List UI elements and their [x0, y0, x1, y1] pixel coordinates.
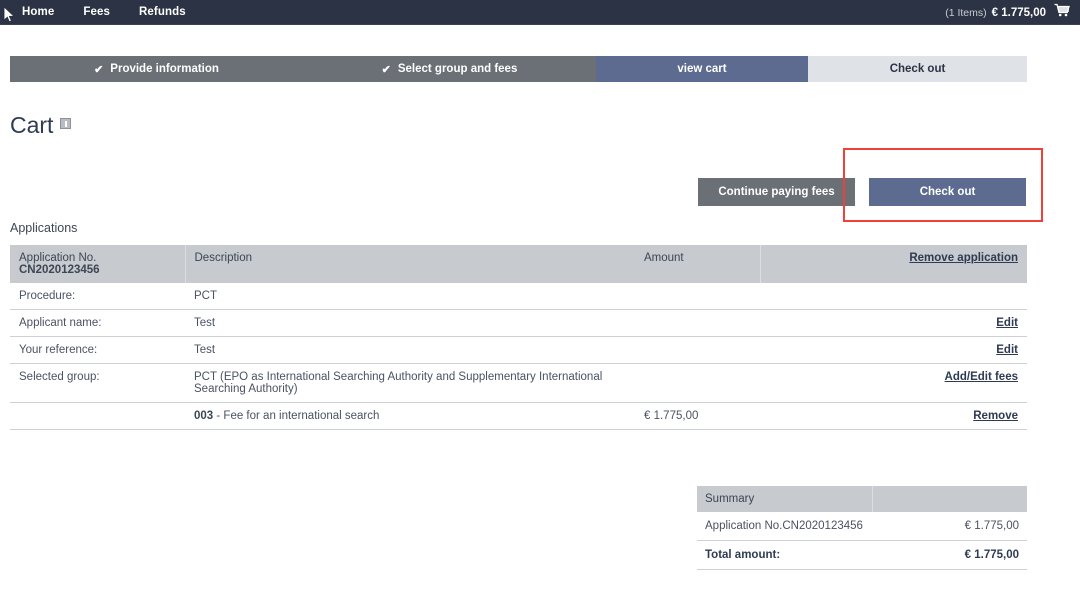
- table-header-row: Application No. CN2020123456 Description…: [10, 245, 1027, 283]
- table-row: 003 - Fee for an international search € …: [10, 403, 1027, 430]
- summary-line-row: Application No.CN2020123456 € 1.775,00: [697, 512, 1027, 541]
- summary-table: Summary Application No.CN2020123456 € 1.…: [697, 486, 1027, 570]
- edit-applicant-name-link[interactable]: Edit: [996, 317, 1018, 329]
- fee-description: - Fee for an international search: [216, 410, 380, 422]
- table-row: Your reference: Test Edit: [10, 337, 1027, 364]
- summary-line-value: € 1.775,00: [872, 512, 1027, 541]
- header-application-no-label: Application No.: [19, 252, 97, 264]
- check-icon: ✔: [94, 63, 104, 76]
- row-value-procedure: PCT: [194, 290, 217, 302]
- row-spacer-procedure: [760, 283, 882, 310]
- header-spacer: [760, 245, 882, 283]
- cart-total-amount: € 1.775,00: [991, 6, 1046, 19]
- fee-row-label: [10, 403, 185, 430]
- row-spacer-your-reference: [760, 337, 882, 364]
- top-navigation-bar: Home Fees Refunds (1 Items) € 1.775,00: [0, 0, 1080, 25]
- row-value-applicant-name: Test: [194, 317, 216, 329]
- table-row: Selected group: PCT (EPO as Internationa…: [10, 364, 1027, 403]
- nav-item-refunds[interactable]: Refunds: [139, 0, 186, 25]
- continue-paying-fees-button[interactable]: Continue paying fees: [698, 178, 855, 206]
- fee-row-description: 003 - Fee for an international search: [185, 403, 635, 430]
- summary-title: Summary: [697, 486, 873, 512]
- fee-row-spacer: [760, 403, 882, 430]
- cart-summary[interactable]: (1 Items) € 1.775,00: [945, 0, 1070, 25]
- page-title: Cart: [10, 112, 72, 139]
- add-edit-fees-link[interactable]: Add/Edit fees: [945, 371, 1018, 383]
- remove-fee-link[interactable]: Remove: [973, 410, 1018, 422]
- row-action-your-reference: Edit: [882, 337, 1027, 364]
- fee-row-amount: € 1.775,00: [644, 410, 699, 422]
- step-label: Provide information: [110, 63, 219, 75]
- summary-total-value: € 1.775,00: [872, 540, 1027, 570]
- remove-application-link[interactable]: Remove application: [909, 252, 1018, 264]
- fee-row-action: Remove: [882, 403, 1027, 430]
- nav-item-home[interactable]: Home: [22, 0, 54, 25]
- row-label-procedure: Procedure:: [19, 290, 76, 302]
- nav-menu: Home Fees Refunds: [22, 0, 186, 25]
- summary-panel: Summary Application No.CN2020123456 € 1.…: [697, 486, 1027, 570]
- applications-table: Application No. CN2020123456 Description…: [10, 245, 1027, 430]
- table-row: Applicant name: Test Edit: [10, 310, 1027, 337]
- summary-header-row: Summary: [697, 486, 1027, 512]
- fee-code: 003: [194, 410, 214, 422]
- header-amount: Amount: [635, 245, 761, 283]
- row-value-selected-group: PCT (EPO as International Searching Auth…: [194, 371, 603, 395]
- remove-application-link-cell: Remove application: [882, 245, 1027, 283]
- row-spacer-applicant-name: [760, 310, 882, 337]
- step-select-group-and-fees[interactable]: ✔ Select group and fees: [303, 56, 596, 82]
- shopping-cart-icon[interactable]: [1054, 3, 1070, 22]
- row-label-your-reference: Your reference:: [19, 344, 98, 356]
- row-label-applicant-name: Applicant name:: [19, 317, 102, 329]
- header-description: Description: [185, 245, 635, 283]
- checkout-stepper: ✔ Provide information ✔ Select group and…: [10, 56, 1027, 82]
- summary-total-row: Total amount: € 1.775,00: [697, 540, 1027, 570]
- summary-total-label: Total amount:: [697, 540, 872, 570]
- edit-your-reference-link[interactable]: Edit: [996, 344, 1018, 356]
- help-info-icon[interactable]: [60, 118, 72, 129]
- row-action-procedure: [882, 283, 1027, 310]
- step-label: view cart: [677, 63, 727, 75]
- row-value-your-reference: Test: [194, 344, 216, 356]
- table-row: Procedure: PCT: [10, 283, 1027, 310]
- nav-item-fees[interactable]: Fees: [83, 0, 110, 25]
- check-icon: ✔: [381, 63, 391, 76]
- page-title-text: Cart: [10, 112, 54, 138]
- row-amount-applicant-name: [635, 310, 760, 337]
- step-check-out[interactable]: Check out: [808, 56, 1027, 82]
- applications-section-label: Applications: [10, 221, 78, 235]
- row-label-selected-group: Selected group:: [19, 371, 100, 383]
- check-out-button[interactable]: Check out: [869, 178, 1026, 206]
- step-label: Select group and fees: [397, 63, 518, 75]
- row-action-selected-group: Add/Edit fees: [882, 364, 1027, 403]
- row-amount-procedure: [635, 283, 760, 310]
- cart-item-count: (1 Items): [945, 6, 987, 19]
- step-provide-information[interactable]: ✔ Provide information: [10, 56, 303, 82]
- header-application-no: Application No. CN2020123456: [10, 245, 186, 283]
- row-spacer-selected-group: [760, 364, 882, 403]
- step-view-cart[interactable]: view cart: [596, 56, 808, 82]
- header-application-no-value: CN2020123456: [19, 264, 100, 276]
- step-label: Check out: [889, 63, 946, 75]
- row-action-applicant-name: Edit: [882, 310, 1027, 337]
- summary-header-spacer: [872, 486, 1027, 512]
- summary-line-label: Application No.CN2020123456: [697, 512, 872, 541]
- row-amount-your-reference: [635, 337, 760, 364]
- mouse-cursor: [3, 5, 16, 29]
- row-amount-selected-group: [635, 364, 760, 403]
